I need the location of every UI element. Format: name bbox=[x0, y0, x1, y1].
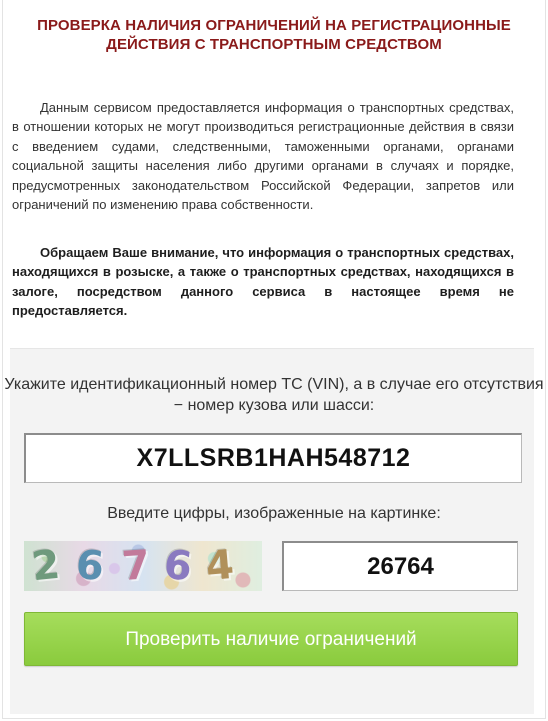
service-description: Данным сервисом предоставляется информац… bbox=[12, 100, 514, 213]
captcha-digit: 2 bbox=[29, 541, 63, 591]
captcha-digit: 6 bbox=[74, 541, 106, 591]
check-restrictions-button[interactable]: Проверить наличие ограничений bbox=[24, 612, 518, 666]
vin-label: Укажите идентификационный номер ТС (VIN)… bbox=[4, 376, 544, 414]
captcha-digits: 2 6 7 6 4 bbox=[24, 541, 262, 591]
captcha-digit: 7 bbox=[120, 542, 152, 590]
captcha-label: Введите цифры, изображенные на картинке: bbox=[107, 505, 441, 522]
captcha-input[interactable] bbox=[282, 541, 518, 591]
captcha-image: 2 6 7 6 4 bbox=[24, 541, 262, 591]
attention-notice: Обращаем Ваше внимание, что информация о… bbox=[12, 245, 514, 319]
page-title: ПРОВЕРКА НАЛИЧИЯ ОГРАНИЧЕНИЙ НА РЕГИСТРА… bbox=[37, 17, 511, 53]
captcha-digit: 4 bbox=[204, 541, 236, 591]
captcha-digit: 6 bbox=[161, 541, 195, 591]
vin-input[interactable] bbox=[24, 433, 522, 483]
